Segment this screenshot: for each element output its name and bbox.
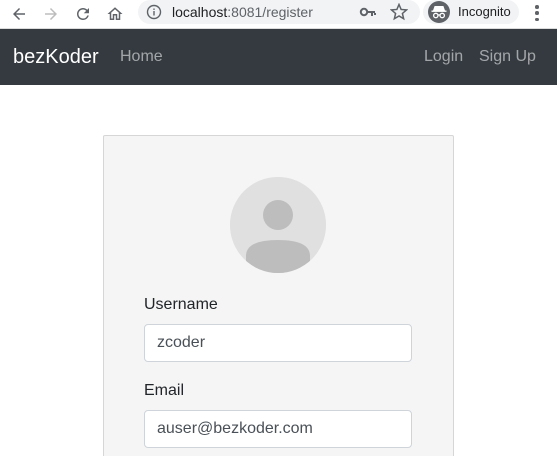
username-label: Username: [144, 296, 218, 313]
incognito-indicator[interactable]: Incognito: [423, 0, 519, 24]
incognito-icon: [428, 1, 450, 23]
register-card: Username Email: [103, 135, 454, 456]
star-icon[interactable]: [389, 2, 409, 21]
forward-arrow-icon[interactable]: [40, 3, 62, 25]
url-path: :8081/register: [227, 4, 313, 20]
user-avatar-icon: [230, 177, 326, 273]
info-icon[interactable]: [146, 4, 162, 20]
nav-signup-link[interactable]: Sign Up: [479, 48, 536, 66]
nav-login-link[interactable]: Login: [424, 48, 463, 66]
nav-home-link[interactable]: Home: [120, 48, 163, 66]
home-icon[interactable]: [104, 3, 126, 25]
brand-logo[interactable]: bezKoder: [13, 46, 99, 68]
username-input[interactable]: [144, 324, 412, 362]
browser-toolbar: localhost:8081/register Incognito: [0, 0, 557, 29]
key-icon[interactable]: [359, 4, 377, 20]
email-input[interactable]: [144, 410, 412, 448]
url-host: localhost: [172, 4, 228, 20]
email-label: Email: [144, 382, 185, 399]
address-bar[interactable]: localhost:8081/register: [138, 0, 420, 24]
back-arrow-icon[interactable]: [8, 3, 30, 25]
more-vert-icon[interactable]: [532, 3, 542, 23]
url-text: localhost:8081/register: [172, 3, 313, 21]
reload-icon[interactable]: [72, 3, 94, 25]
app-navbar: bezKoder Home Login Sign Up: [0, 29, 557, 85]
incognito-label: Incognito: [458, 4, 511, 19]
